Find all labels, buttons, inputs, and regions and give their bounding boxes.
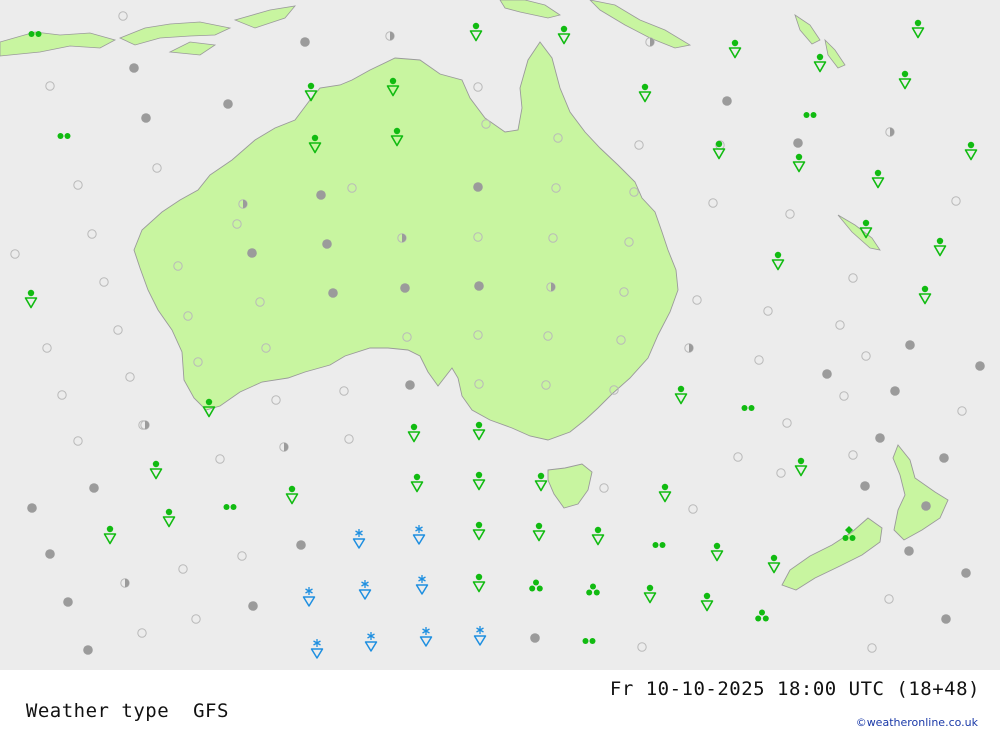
- overcast-symbol: [248, 601, 258, 611]
- valid-datetime: Fr 10-10-2025 18:00 UTC (18+48): [609, 678, 980, 700]
- overcast-symbol: [27, 503, 37, 513]
- overcast-symbol: [45, 549, 55, 559]
- model-name: GFS: [193, 700, 229, 722]
- overcast-symbol: [405, 380, 415, 390]
- overcast-symbol: [141, 113, 151, 123]
- weather-map: [0, 0, 1000, 670]
- overcast-symbol: [722, 96, 732, 106]
- product-title: Weather type GFS: [2, 678, 229, 722]
- overcast-symbol: [822, 369, 832, 379]
- overcast-symbol: [530, 633, 540, 643]
- overcast-symbol: [875, 433, 885, 443]
- overcast-symbol: [473, 182, 483, 192]
- overcast-symbol: [247, 248, 257, 258]
- overcast-symbol: [939, 453, 949, 463]
- overcast-symbol: [793, 138, 803, 148]
- product-name: Weather type: [25, 700, 170, 722]
- overcast-symbol: [322, 239, 332, 249]
- overcast-symbol: [89, 483, 99, 493]
- overcast-symbol: [961, 568, 971, 578]
- overcast-symbol: [296, 540, 306, 550]
- overcast-symbol: [890, 386, 900, 396]
- overcast-symbol: [316, 190, 326, 200]
- overcast-symbol: [904, 546, 914, 556]
- overcast-symbol: [129, 63, 139, 73]
- overcast-symbol: [941, 614, 951, 624]
- overcast-symbol: [63, 597, 73, 607]
- overcast-symbol: [921, 501, 931, 511]
- overcast-symbol: [300, 37, 310, 47]
- overcast-symbol: [860, 481, 870, 491]
- overcast-symbol: [83, 645, 93, 655]
- overcast-symbol: [223, 99, 233, 109]
- credit-link[interactable]: ©weatheronline.co.uk: [856, 716, 978, 729]
- overcast-symbol: [328, 288, 338, 298]
- overcast-symbol: [400, 283, 410, 293]
- overcast-symbol: [975, 361, 985, 371]
- overcast-symbol: [474, 281, 484, 291]
- overcast-symbol: [905, 340, 915, 350]
